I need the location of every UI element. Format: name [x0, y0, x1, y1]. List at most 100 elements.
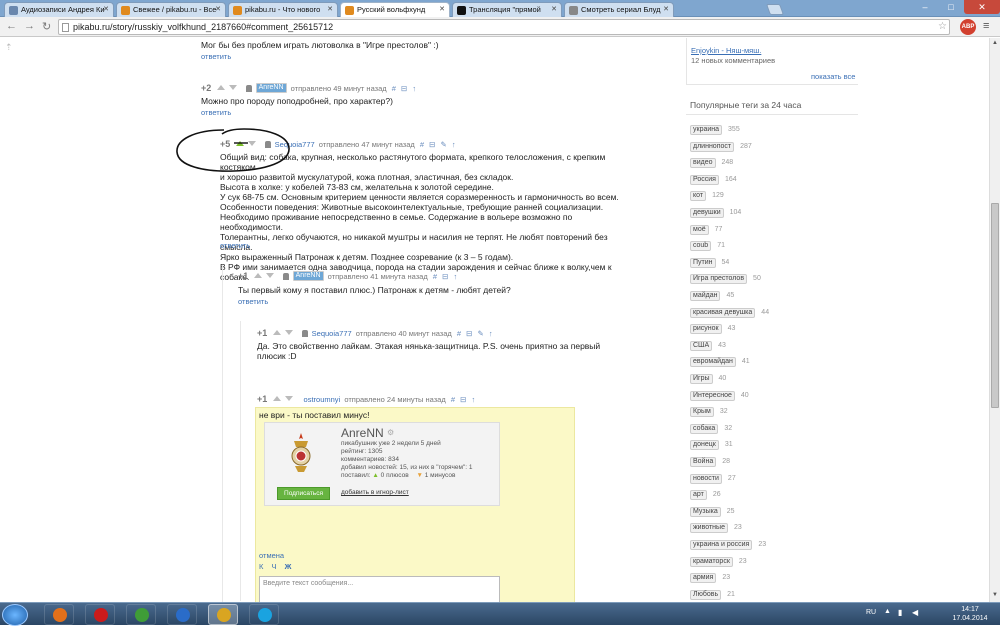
comment-link-icon[interactable]: # — [420, 140, 424, 149]
tag-link-игра-престолов[interactable]: Игра престолов — [690, 274, 748, 285]
show-all-link[interactable]: показать все — [811, 72, 855, 81]
italic-format-button[interactable]: Ж — [285, 562, 292, 571]
address-bar[interactable]: pikabu.ru/story/russkiy_volfkhund_218766… — [58, 19, 950, 35]
tag-link-война[interactable]: Война — [690, 457, 717, 467]
network-icon[interactable]: ▮ — [898, 608, 902, 617]
tag-link-россия[interactable]: Россия — [690, 174, 719, 185]
profile-name[interactable]: AnreNN — [341, 426, 384, 440]
clock[interactable]: 14:17 17.04.2014 — [950, 605, 990, 623]
tag-link-рисунок[interactable]: рисунок — [690, 324, 722, 335]
browser-menu-icon[interactable]: ≡ — [983, 20, 989, 32]
downvote-icon[interactable] — [229, 85, 238, 90]
upvote-icon[interactable] — [273, 396, 282, 401]
tag-link-украина[interactable]: украина — [690, 125, 723, 135]
upvote-icon[interactable] — [273, 330, 282, 335]
comment-edit-icon[interactable]: ✎ — [478, 329, 484, 338]
comment-link-icon[interactable]: # — [433, 272, 437, 281]
comment-author[interactable]: AnreNN — [292, 271, 324, 281]
tab-wolfhound[interactable]: Русский вольфхунд ✕ — [340, 2, 450, 17]
downvote-icon[interactable] — [285, 330, 294, 335]
vertical-scrollbar[interactable]: ▲ ▼ — [989, 38, 1000, 602]
window-close-icon[interactable]: ✕ — [964, 0, 1000, 14]
comment-link-icon[interactable]: # — [392, 84, 396, 93]
downvote-icon[interactable] — [266, 273, 275, 278]
upvote-icon[interactable] — [254, 273, 263, 278]
tag-link-майдан[interactable]: майдан — [690, 291, 721, 301]
minimize-icon[interactable]: – — [912, 0, 938, 14]
comment-parent-icon[interactable]: ↑ — [471, 395, 475, 404]
forward-arrow-icon[interactable]: → — [24, 20, 35, 32]
tag-link-coub[interactable]: coub — [690, 241, 712, 252]
reply-link[interactable]: ответить — [220, 241, 250, 250]
tab-close-icon[interactable]: ✕ — [663, 5, 669, 13]
tag-link-арт[interactable]: арт — [690, 490, 707, 501]
scroll-up-icon[interactable]: ▲ — [992, 40, 998, 46]
reply-textarea[interactable]: Введите текст сообщения... — [259, 576, 500, 602]
comment-author[interactable]: ostroumnyi — [304, 395, 341, 404]
tag-link-донецк[interactable]: донецк — [690, 440, 719, 451]
tag-link-музыка[interactable]: Музыка — [690, 506, 721, 517]
tab-pikabu-fresh[interactable]: Свежее / pikabu.ru - Все ✕ — [116, 2, 226, 17]
reply-link[interactable]: ответить — [201, 108, 231, 117]
tag-link-животные[interactable]: животные — [690, 523, 728, 534]
comment-link-icon[interactable]: # — [451, 395, 455, 404]
comment-parent-icon[interactable]: ↑ — [453, 272, 457, 281]
taskbar-app-chrome[interactable] — [208, 604, 238, 625]
scrollbar-thumb[interactable] — [991, 203, 999, 408]
adblock-extension-icon[interactable]: ABP 2 — [960, 19, 976, 46]
taskbar-app-utorrent[interactable] — [126, 604, 156, 625]
tag-link-армия[interactable]: армия — [690, 573, 717, 584]
scroll-down-icon[interactable]: ▼ — [992, 592, 998, 598]
comment-parent-icon[interactable]: ↑ — [412, 84, 416, 93]
taskbar-app-firefox[interactable] — [44, 604, 74, 625]
tab-series[interactable]: Смотреть сериал Блуд ✕ — [564, 2, 674, 17]
tag-link-моё[interactable]: моё — [690, 224, 709, 235]
tag-link-крым[interactable]: Крым — [690, 407, 714, 418]
subscribe-button[interactable]: Подписаться — [277, 487, 330, 500]
tag-link-девушки[interactable]: девушки — [690, 208, 724, 218]
tab-close-icon[interactable]: ✕ — [439, 5, 445, 13]
bold-format-button[interactable]: К — [259, 562, 263, 571]
tab-close-icon[interactable]: ✕ — [327, 5, 333, 13]
comment-save-icon[interactable]: ⊟ — [401, 84, 407, 93]
ignore-link[interactable]: добавить в игнор-лист — [341, 489, 409, 496]
tag-link-собака[interactable]: собака — [690, 423, 719, 434]
tab-close-icon[interactable]: ✕ — [215, 5, 221, 13]
taskbar-app-skype[interactable] — [249, 604, 279, 625]
tag-link-сша[interactable]: США — [690, 340, 713, 351]
back-arrow-icon[interactable]: ← — [6, 20, 17, 32]
tag-link-игры[interactable]: Игры — [690, 374, 713, 384]
strike-format-button[interactable]: Ч — [271, 562, 276, 571]
reload-icon[interactable]: ↻ — [42, 20, 51, 33]
tab-stream[interactable]: Трансляция "прямой ✕ — [452, 2, 562, 17]
comment-save-icon[interactable]: ⊟ — [442, 272, 448, 281]
comment-edit-icon[interactable]: ✎ — [441, 140, 447, 149]
tag-link-видео[interactable]: видео — [690, 158, 716, 169]
maximize-icon[interactable]: □ — [938, 0, 964, 14]
reply-link[interactable]: ответить — [201, 52, 231, 61]
tag-link-длиннопост[interactable]: длиннопост — [690, 141, 735, 152]
comment-author[interactable]: AnreNN — [255, 83, 287, 93]
comment-save-icon[interactable]: ⊟ — [460, 395, 466, 404]
upvote-icon[interactable] — [217, 85, 226, 90]
profile-settings-icon[interactable]: ⚙ — [387, 428, 394, 437]
tag-link-кот[interactable]: кот — [690, 191, 707, 202]
collapse-thread-icon[interactable]: ⇡ — [5, 42, 13, 53]
bookmark-star-icon[interactable]: ☆ — [938, 21, 947, 32]
downvote-icon[interactable] — [285, 396, 294, 401]
tag-link-евромайдан[interactable]: евромайдан — [690, 357, 736, 368]
comment-link-icon[interactable]: # — [457, 329, 461, 338]
comment-author[interactable]: Sequoia777 — [312, 329, 352, 338]
cancel-link[interactable]: отмена — [259, 551, 284, 560]
tag-link-интересное[interactable]: Интересное — [690, 390, 735, 401]
start-button[interactable] — [2, 604, 28, 626]
tag-link-украина-и-россия[interactable]: украина и россия — [690, 540, 753, 550]
tab-close-icon[interactable]: ✕ — [103, 5, 109, 13]
comment-parent-icon[interactable]: ↑ — [452, 140, 456, 149]
tag-link-краматорск[interactable]: краматорск — [690, 556, 733, 567]
tag-link-красивая-девушка[interactable]: красивая девушка — [690, 307, 756, 318]
tab-audio[interactable]: Аудиозаписи Андрея Ки ✕ — [4, 2, 114, 17]
language-indicator[interactable]: RU — [866, 609, 876, 616]
tag-link-новости[interactable]: новости — [690, 473, 722, 484]
comment-save-icon[interactable]: ⊟ — [429, 140, 435, 149]
